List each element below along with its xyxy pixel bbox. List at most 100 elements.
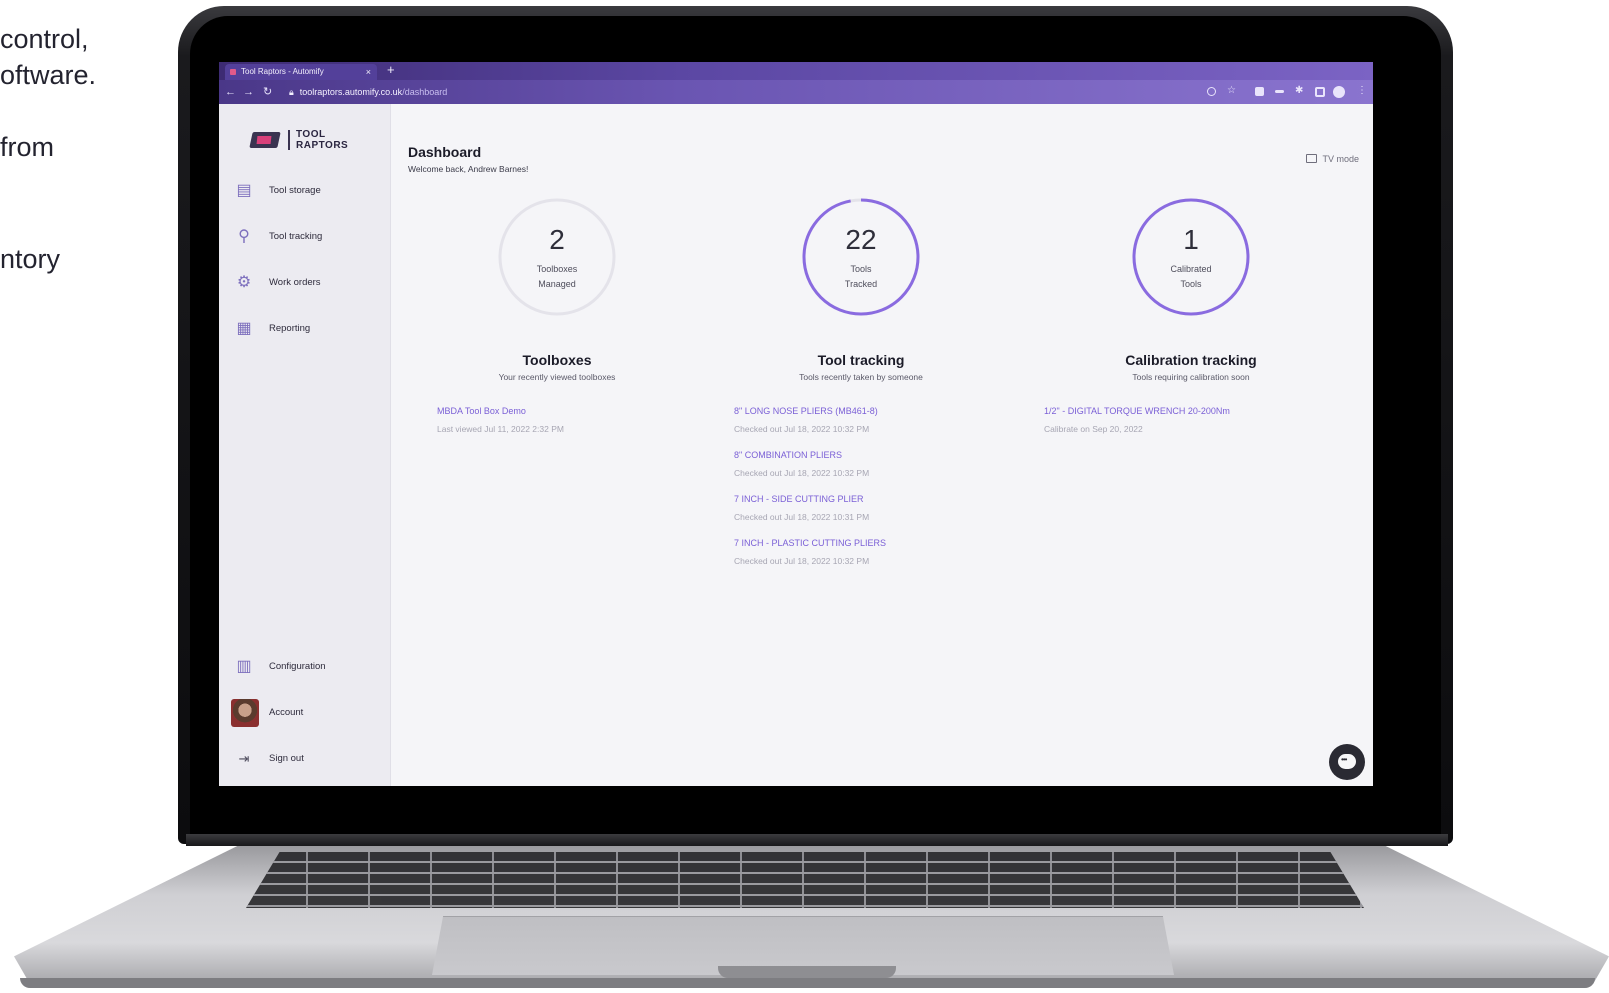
laptop-hinge <box>186 834 1448 846</box>
tool-link[interactable]: 8" LONG NOSE PLIERS (MB461-8) <box>734 406 878 416</box>
new-tab-button[interactable]: + <box>387 62 395 78</box>
count-label-line: Tools <box>1180 279 1202 289</box>
sign-out-icon: ⇥ <box>238 751 250 766</box>
url-host: toolraptors.automify.co.uk <box>299 87 403 97</box>
tool-link[interactable]: 8" COMBINATION PLIERS <box>734 450 869 460</box>
configuration-icon: ▥ <box>236 658 252 675</box>
sidebar-item-label: Tool tracking <box>269 231 323 242</box>
toolboxes-ring <box>498 198 616 316</box>
favicon-icon <box>230 69 236 75</box>
lid-notch <box>718 966 896 978</box>
page-title: Dashboard <box>408 144 482 160</box>
toolbox-link[interactable]: MBDA Tool Box Demo <box>437 406 564 416</box>
address-bar: ← → ↻ 🔒︎ toolraptors.automify.co.uk/dashb… <box>219 80 1373 104</box>
tab-title: Tool Raptors - Automify <box>241 67 324 76</box>
sidebar-item-account[interactable]: Account <box>231 699 383 727</box>
card-title: Toolboxes <box>522 352 592 368</box>
forward-icon[interactable]: → <box>243 80 254 104</box>
sidebar: TOOL RAPTORS ▤ Tool storage ⚲ Tool tracki… <box>219 104 391 786</box>
list-item[interactable]: 1/2" - DIGITAL TORQUE WRENCH 20-200Nm Ca… <box>1044 406 1230 434</box>
browser-tab-bar: Tool Raptors - Automify × + <box>219 62 1373 80</box>
toolboxes-count-label: Toolboxes Managed <box>494 262 620 292</box>
copy-line: oftware. <box>0 60 97 90</box>
list-item[interactable]: MBDA Tool Box Demo Last viewed Jul 11, 2… <box>437 406 564 434</box>
tools-tracked-count: 22 <box>845 224 877 255</box>
tools-tracked-label: Tools Tracked <box>798 262 924 292</box>
logo-divider <box>288 130 290 150</box>
checked-out: Checked out Jul 18, 2022 10:32 PM <box>734 556 870 566</box>
list-item[interactable]: 7 INCH - SIDE CUTTING PLIER Checked out … <box>734 494 869 522</box>
reload-icon[interactable]: ↻ <box>263 80 272 104</box>
chat-button[interactable] <box>1329 744 1365 780</box>
sidebar-item-label: Tool storage <box>269 185 321 196</box>
list-item[interactable]: 8" LONG NOSE PLIERS (MB461-8) Checked ou… <box>734 406 878 434</box>
sidebar-item-label: Configuration <box>269 661 326 672</box>
lock-icon: 🔒︎ <box>289 87 294 97</box>
reporting-icon: ▦ <box>236 320 252 337</box>
sidebar-item-configuration[interactable]: ▥ Configuration <box>233 654 383 680</box>
work-orders-icon: ⚙ <box>236 274 252 291</box>
list-item[interactable]: 7 INCH - PLASTIC CUTTING PLIERS Checked … <box>734 538 886 566</box>
card-subtitle: Tools requiring calibration soon <box>1132 372 1250 382</box>
share-icon[interactable] <box>1207 87 1216 96</box>
welcome-text: Welcome back, Andrew Barnes! <box>408 164 529 174</box>
sidebar-item-label: Account <box>269 707 304 718</box>
sidebar-item-label: Work orders <box>269 277 321 288</box>
back-icon[interactable]: ← <box>225 80 236 104</box>
extensions-puzzle-icon[interactable]: ✱ <box>1295 85 1304 96</box>
menu-icon[interactable]: ⋮ <box>1357 85 1367 96</box>
logo-line: TOOL <box>296 129 326 140</box>
tool-tracking-icon: ⚲ <box>238 228 250 245</box>
chat-bubble-icon <box>1338 754 1356 769</box>
dashboard-main: Dashboard Welcome back, Andrew Barnes! T… <box>391 104 1373 786</box>
checked-out: Checked out Jul 18, 2022 10:31 PM <box>734 512 870 522</box>
close-tab-icon[interactable]: × <box>366 64 371 80</box>
count-label-line: Toolboxes <box>536 264 578 274</box>
card-subtitle: Your recently viewed toolboxes <box>498 372 616 382</box>
tv-mode-button[interactable]: TV mode <box>1306 154 1359 164</box>
checked-out: Checked out Jul 18, 2022 10:32 PM <box>734 468 870 478</box>
url-field[interactable]: 🔒︎ toolraptors.automify.co.uk/dashboard <box>289 84 447 100</box>
card-title: Calibration tracking <box>1125 352 1257 368</box>
tool-link[interactable]: 7 INCH - PLASTIC CUTTING PLIERS <box>734 538 886 548</box>
sidebar-item-label: Sign out <box>269 753 304 764</box>
profile-icon[interactable] <box>1333 86 1345 98</box>
logo-mark-icon <box>249 132 281 148</box>
count-label-line: Tools <box>850 264 872 274</box>
sidebar-item-tool-tracking[interactable]: ⚲ Tool tracking <box>233 224 383 250</box>
toolboxes-count: 2 <box>549 224 565 255</box>
bookmark-star-icon[interactable]: ☆ <box>1227 85 1236 96</box>
extension-icon[interactable] <box>1275 90 1284 93</box>
laptop-base-edge <box>20 978 1595 988</box>
checked-out: Checked out Jul 18, 2022 10:32 PM <box>734 424 870 434</box>
side-panel-icon[interactable] <box>1315 87 1325 97</box>
card-title: Tool tracking <box>817 352 905 368</box>
tv-mode-label: TV mode <box>1322 154 1359 164</box>
logo-line: RAPTORS <box>296 140 349 151</box>
sidebar-item-reporting[interactable]: ▦ Reporting <box>233 316 383 342</box>
count-label-line: Managed <box>538 279 576 289</box>
laptop-screen: Tool Raptors - Automify × + ← → ↻ 🔒︎ tool… <box>219 62 1373 786</box>
tool-storage-icon: ▤ <box>236 182 252 199</box>
calibration-ring <box>1132 198 1250 316</box>
browser-tab[interactable]: Tool Raptors - Automify × <box>225 64 377 80</box>
calibration-tool-link[interactable]: 1/2" - DIGITAL TORQUE WRENCH 20-200Nm <box>1044 406 1230 416</box>
sidebar-item-label: Reporting <box>269 323 311 334</box>
calibrated-count: 1 <box>1183 224 1199 255</box>
calibrated-label: Calibrated Tools <box>1128 262 1254 292</box>
last-viewed: Last viewed Jul 11, 2022 2:32 PM <box>437 424 564 434</box>
card-subtitle: Tools recently taken by someone <box>799 372 923 382</box>
sidebar-item-tool-storage[interactable]: ▤ Tool storage <box>233 178 383 204</box>
keyboard-rows <box>246 852 1364 908</box>
sidebar-item-sign-out[interactable]: ⇥ Sign out <box>233 746 383 772</box>
list-item[interactable]: 8" COMBINATION PLIERS Checked out Jul 18… <box>734 450 869 478</box>
tool-link[interactable]: 7 INCH - SIDE CUTTING PLIER <box>734 494 869 504</box>
url-path: /dashboard <box>402 87 448 97</box>
copy-line: from <box>0 132 54 162</box>
sidebar-item-work-orders[interactable]: ⚙ Work orders <box>233 270 383 296</box>
copy-line: ntory <box>0 244 61 274</box>
tv-icon <box>1306 154 1318 163</box>
count-label-line: Calibrated <box>1170 264 1212 274</box>
extension-icon[interactable] <box>1255 87 1264 96</box>
count-label-line: Tracked <box>844 279 878 289</box>
